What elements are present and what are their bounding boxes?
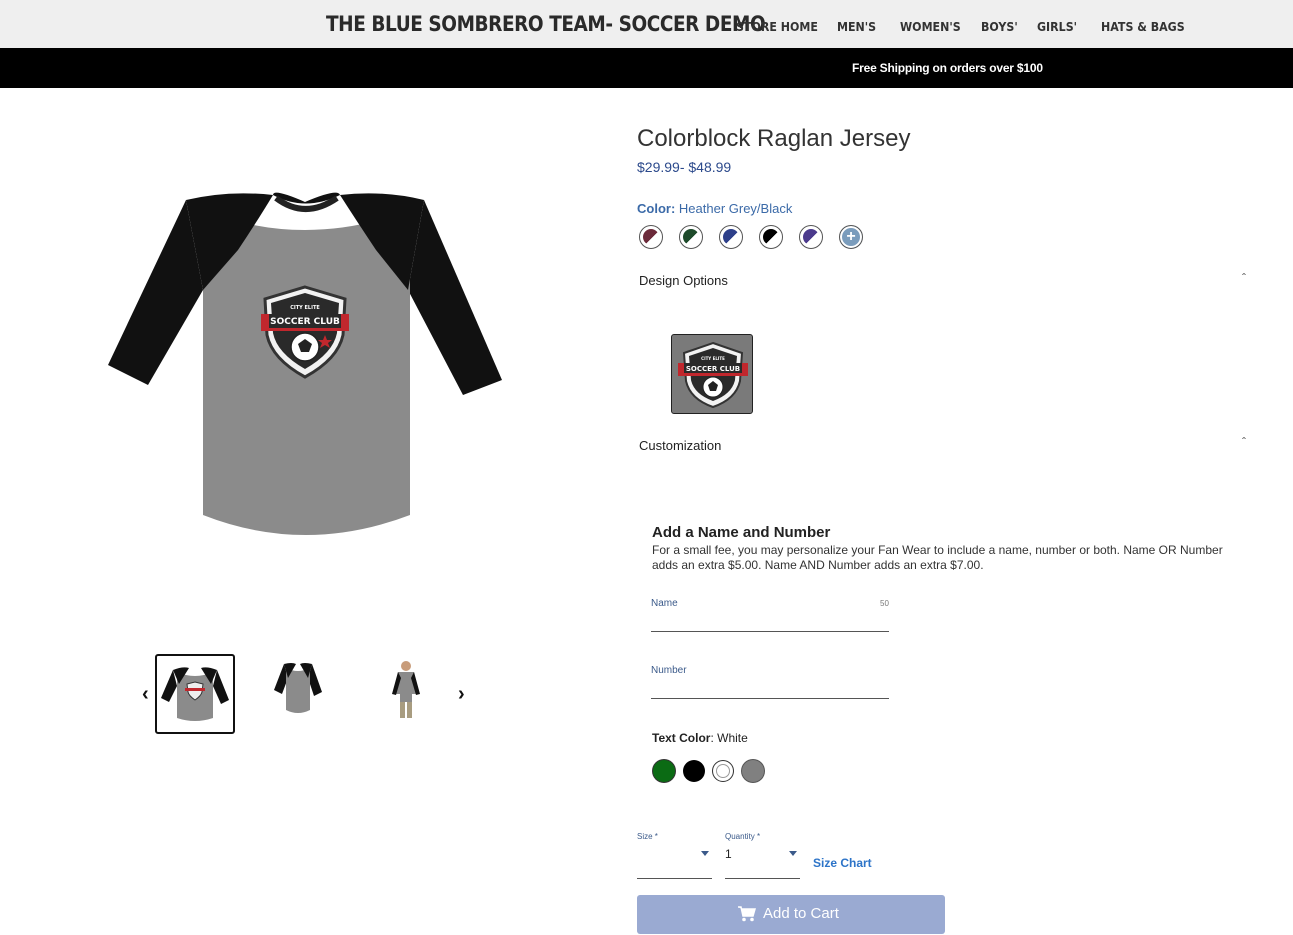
product-main-image[interactable]: SOCCER CLUB CITY ELITE <box>108 190 502 550</box>
chevron-up-icon[interactable]: ˆ <box>1242 436 1252 448</box>
add-name-number-heading: Add a Name and Number <box>652 524 831 541</box>
design-badge-text: SOCCER CLUB <box>686 365 740 373</box>
product-title: Colorblock Raglan Jersey <box>637 125 911 152</box>
number-input[interactable] <box>651 698 889 699</box>
store-title[interactable]: THE BLUE SOMBRERO TEAM- SOCCER DEMO <box>326 12 766 36</box>
color-label: Color: <box>637 201 676 216</box>
add-to-cart-button[interactable]: Add to Cart <box>637 895 945 934</box>
promo-banner: Free Shipping on orders over $100 <box>0 48 1293 88</box>
size-label: Size * <box>637 832 658 841</box>
quantity-label: Quantity * <box>725 832 761 841</box>
design-options-heading[interactable]: Design Options <box>639 273 728 288</box>
text-color-label: Text Color: White <box>652 731 748 745</box>
thumbnail-strip: ‹ › <box>138 654 478 734</box>
swatch-purple[interactable] <box>799 225 823 249</box>
design-badge-subtext: CITY ELITE <box>701 356 725 361</box>
nav-hats-bags[interactable]: HATS & BAGS <box>1101 20 1185 34</box>
text-color-grey[interactable] <box>742 760 764 782</box>
add-name-number-description: For a small fee, you may personalize you… <box>652 543 1223 572</box>
design-option-card[interactable]: SOCCER CLUB CITY ELITE <box>671 334 753 414</box>
thumbnail-back[interactable] <box>260 654 340 734</box>
thumbnail-front[interactable] <box>155 654 235 734</box>
swatch-royal[interactable] <box>719 225 743 249</box>
size-select[interactable] <box>637 878 712 879</box>
color-value: Heather Grey/Black <box>675 201 793 216</box>
nav-boys[interactable]: BOYS' <box>981 20 1018 34</box>
chevron-down-icon[interactable] <box>701 851 709 856</box>
chevron-right-icon[interactable]: › <box>458 684 474 704</box>
nav-girls[interactable]: GIRLS' <box>1037 20 1077 34</box>
swatch-forest-green[interactable] <box>679 225 703 249</box>
nav-store-home[interactable]: STORE HOME <box>736 20 818 34</box>
badge-subtext: CITY ELITE <box>290 305 320 311</box>
site-header: THE BLUE SOMBRERO TEAM- SOCCER DEMO STOR… <box>0 0 1293 48</box>
quantity-select[interactable] <box>725 878 800 879</box>
text-color-black[interactable] <box>683 760 705 782</box>
customization-heading[interactable]: Customization <box>639 438 721 453</box>
more-colors-button[interactable]: + <box>839 225 863 249</box>
nav-mens[interactable]: MEN'S <box>837 20 876 34</box>
name-field-label: Name <box>651 598 678 609</box>
promo-text: Free Shipping on orders over $100 <box>852 61 1043 75</box>
color-selection-label: Color: Heather Grey/Black <box>637 201 792 216</box>
thumbnail-model[interactable] <box>366 654 446 734</box>
chevron-up-icon[interactable]: ˆ <box>1242 272 1252 284</box>
number-field-label: Number <box>651 665 687 676</box>
name-input[interactable] <box>651 631 889 632</box>
swatch-maroon[interactable] <box>639 225 663 249</box>
quantity-value[interactable]: 1 <box>725 847 732 861</box>
text-color-green[interactable] <box>653 760 675 782</box>
size-chart-link[interactable]: Size Chart <box>813 856 872 870</box>
swatch-black[interactable] <box>759 225 783 249</box>
text-color-white[interactable] <box>712 760 734 782</box>
nav-womens[interactable]: WOMEN'S <box>900 20 961 34</box>
main-nav: STORE HOME MEN'S WOMEN'S BOYS' GIRLS' HA… <box>736 20 1220 34</box>
chevron-down-icon[interactable] <box>789 851 797 856</box>
cart-icon <box>738 906 756 922</box>
name-char-limit: 50 <box>880 599 889 608</box>
badge-text: SOCCER CLUB <box>270 317 340 327</box>
product-price: $29.99- $48.99 <box>637 159 732 175</box>
add-to-cart-label: Add to Cart <box>763 905 839 922</box>
plus-icon: + <box>844 229 858 245</box>
